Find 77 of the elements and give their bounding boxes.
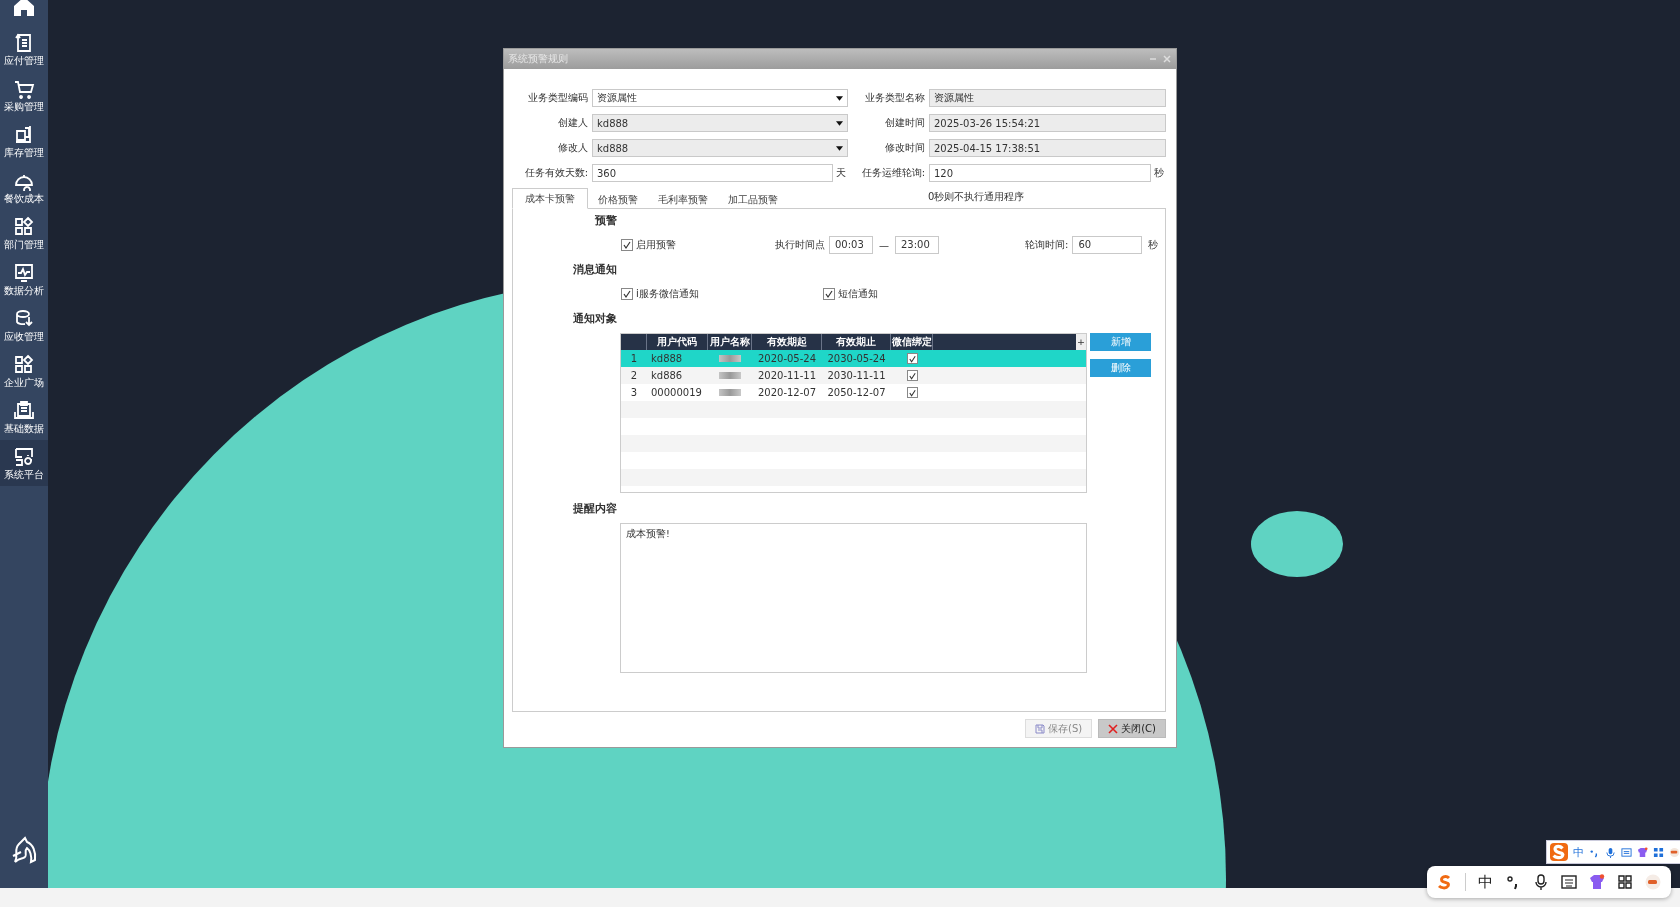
home-icon[interactable] xyxy=(13,0,35,18)
section-heading: 通知对象 xyxy=(573,312,617,326)
blurred-name xyxy=(719,389,741,396)
checkbox-box[interactable] xyxy=(621,288,633,300)
sidebar-item[interactable]: 企业广场 xyxy=(0,348,48,394)
sidebar-item[interactable]: 基础数据 xyxy=(0,394,48,440)
caret-icon xyxy=(836,120,843,126)
keyboard-icon[interactable] xyxy=(1621,846,1632,858)
sidebar-item[interactable]: 应收管理 xyxy=(0,302,48,348)
sidebar-item[interactable]: 数据分析 xyxy=(0,256,48,302)
close-button[interactable]: 关闭(C) xyxy=(1098,719,1166,738)
monitor-gear-icon xyxy=(13,446,35,467)
shirt-icon[interactable] xyxy=(1637,846,1648,858)
range-separator: — xyxy=(879,239,889,251)
blurred-name xyxy=(719,355,741,362)
checkbox-box[interactable] xyxy=(823,288,835,300)
unit-label: 秒 xyxy=(1153,166,1165,180)
sidebar-item[interactable]: 库存管理 xyxy=(0,118,48,164)
field-label: 执行时间点 xyxy=(775,238,825,252)
close-icon xyxy=(1108,723,1119,734)
checkbox[interactable] xyxy=(906,387,918,398)
section-heading: 消息通知 xyxy=(573,263,617,277)
field-label: 业务类型名称 xyxy=(864,91,926,105)
input-field[interactable]: 120 xyxy=(929,164,1151,182)
sidebar-item[interactable]: 部门管理 xyxy=(0,210,48,256)
field-label: 任务运维轮询: xyxy=(860,166,926,180)
keyboard-icon[interactable] xyxy=(1561,874,1577,890)
time-input-field[interactable]: 00:03 xyxy=(829,236,873,254)
field-label: 修改时间 xyxy=(884,141,926,155)
grid-icon[interactable] xyxy=(1617,874,1633,890)
cart-icon xyxy=(13,78,35,99)
checkbox[interactable] xyxy=(906,370,918,381)
input-method-logo-icon[interactable] xyxy=(1437,874,1453,890)
text-area[interactable]: 成本预警! xyxy=(620,523,1087,673)
chart-icon xyxy=(13,262,35,283)
add-column-button[interactable]: + xyxy=(1076,334,1086,350)
dropdown-field[interactable]: 资源属性 xyxy=(592,89,848,107)
unit-label: 秒 xyxy=(1148,238,1159,252)
microphone-icon[interactable] xyxy=(1533,874,1549,890)
field-label: 创建人 xyxy=(557,116,589,130)
tab[interactable]: 价格预警 xyxy=(588,191,648,208)
input-field[interactable]: 360 xyxy=(592,164,833,182)
sidebar-item[interactable]: 应付管理 xyxy=(0,26,48,72)
sidebar-item[interactable]: 采购管理 xyxy=(0,72,48,118)
tab[interactable]: 加工品预警 xyxy=(718,191,788,208)
checkbox[interactable] xyxy=(906,353,918,364)
checkbox[interactable]: 启用预警 xyxy=(621,238,775,252)
grid-icon xyxy=(13,354,35,375)
language-toggle[interactable]: 中 xyxy=(1478,872,1493,892)
field-label: 轮询时间: xyxy=(1025,238,1069,252)
field-label: 修改人 xyxy=(557,141,589,155)
sidebar-item[interactable]: 系统平台 xyxy=(0,440,48,486)
input-method-logo-icon[interactable] xyxy=(1550,843,1568,861)
caret-icon xyxy=(836,95,843,101)
grid-icon xyxy=(13,216,35,237)
sidebar-item[interactable]: 餐饮成本 xyxy=(0,164,48,210)
section-heading: 提醒内容 xyxy=(573,502,617,516)
table-row[interactable]: 1 kd888 2020-05-24 2030-05-24 xyxy=(621,350,1086,367)
field-label: 业务类型编码 xyxy=(527,91,589,105)
checkbox[interactable]: 短信通知 xyxy=(823,287,1025,301)
field-label: 任务有效天数: xyxy=(523,166,589,180)
unit-label: 天 xyxy=(835,166,847,180)
language-toggle[interactable]: 中 xyxy=(1573,844,1584,860)
section-heading: 预警 xyxy=(595,214,617,228)
caret-icon xyxy=(836,145,843,151)
clipboard-icon xyxy=(13,400,35,421)
tab[interactable]: 成本卡预警 xyxy=(512,188,588,209)
field-label: 创建时间 xyxy=(884,116,926,130)
table-row[interactable]: 2 kd886 2020-11-11 2030-11-11 xyxy=(621,367,1086,384)
checkbox[interactable]: i服务微信通知 xyxy=(621,287,823,301)
hint-text: 0秒则不执行通用程序 xyxy=(928,190,1025,204)
input-field[interactable]: 60 xyxy=(1072,236,1143,254)
blurred-name xyxy=(719,372,741,379)
checkbox-box[interactable] xyxy=(621,239,633,251)
tab[interactable]: 毛利率预警 xyxy=(648,191,718,208)
shirt-icon[interactable] xyxy=(1589,874,1605,890)
time-input-field[interactable]: 23:00 xyxy=(895,236,939,254)
